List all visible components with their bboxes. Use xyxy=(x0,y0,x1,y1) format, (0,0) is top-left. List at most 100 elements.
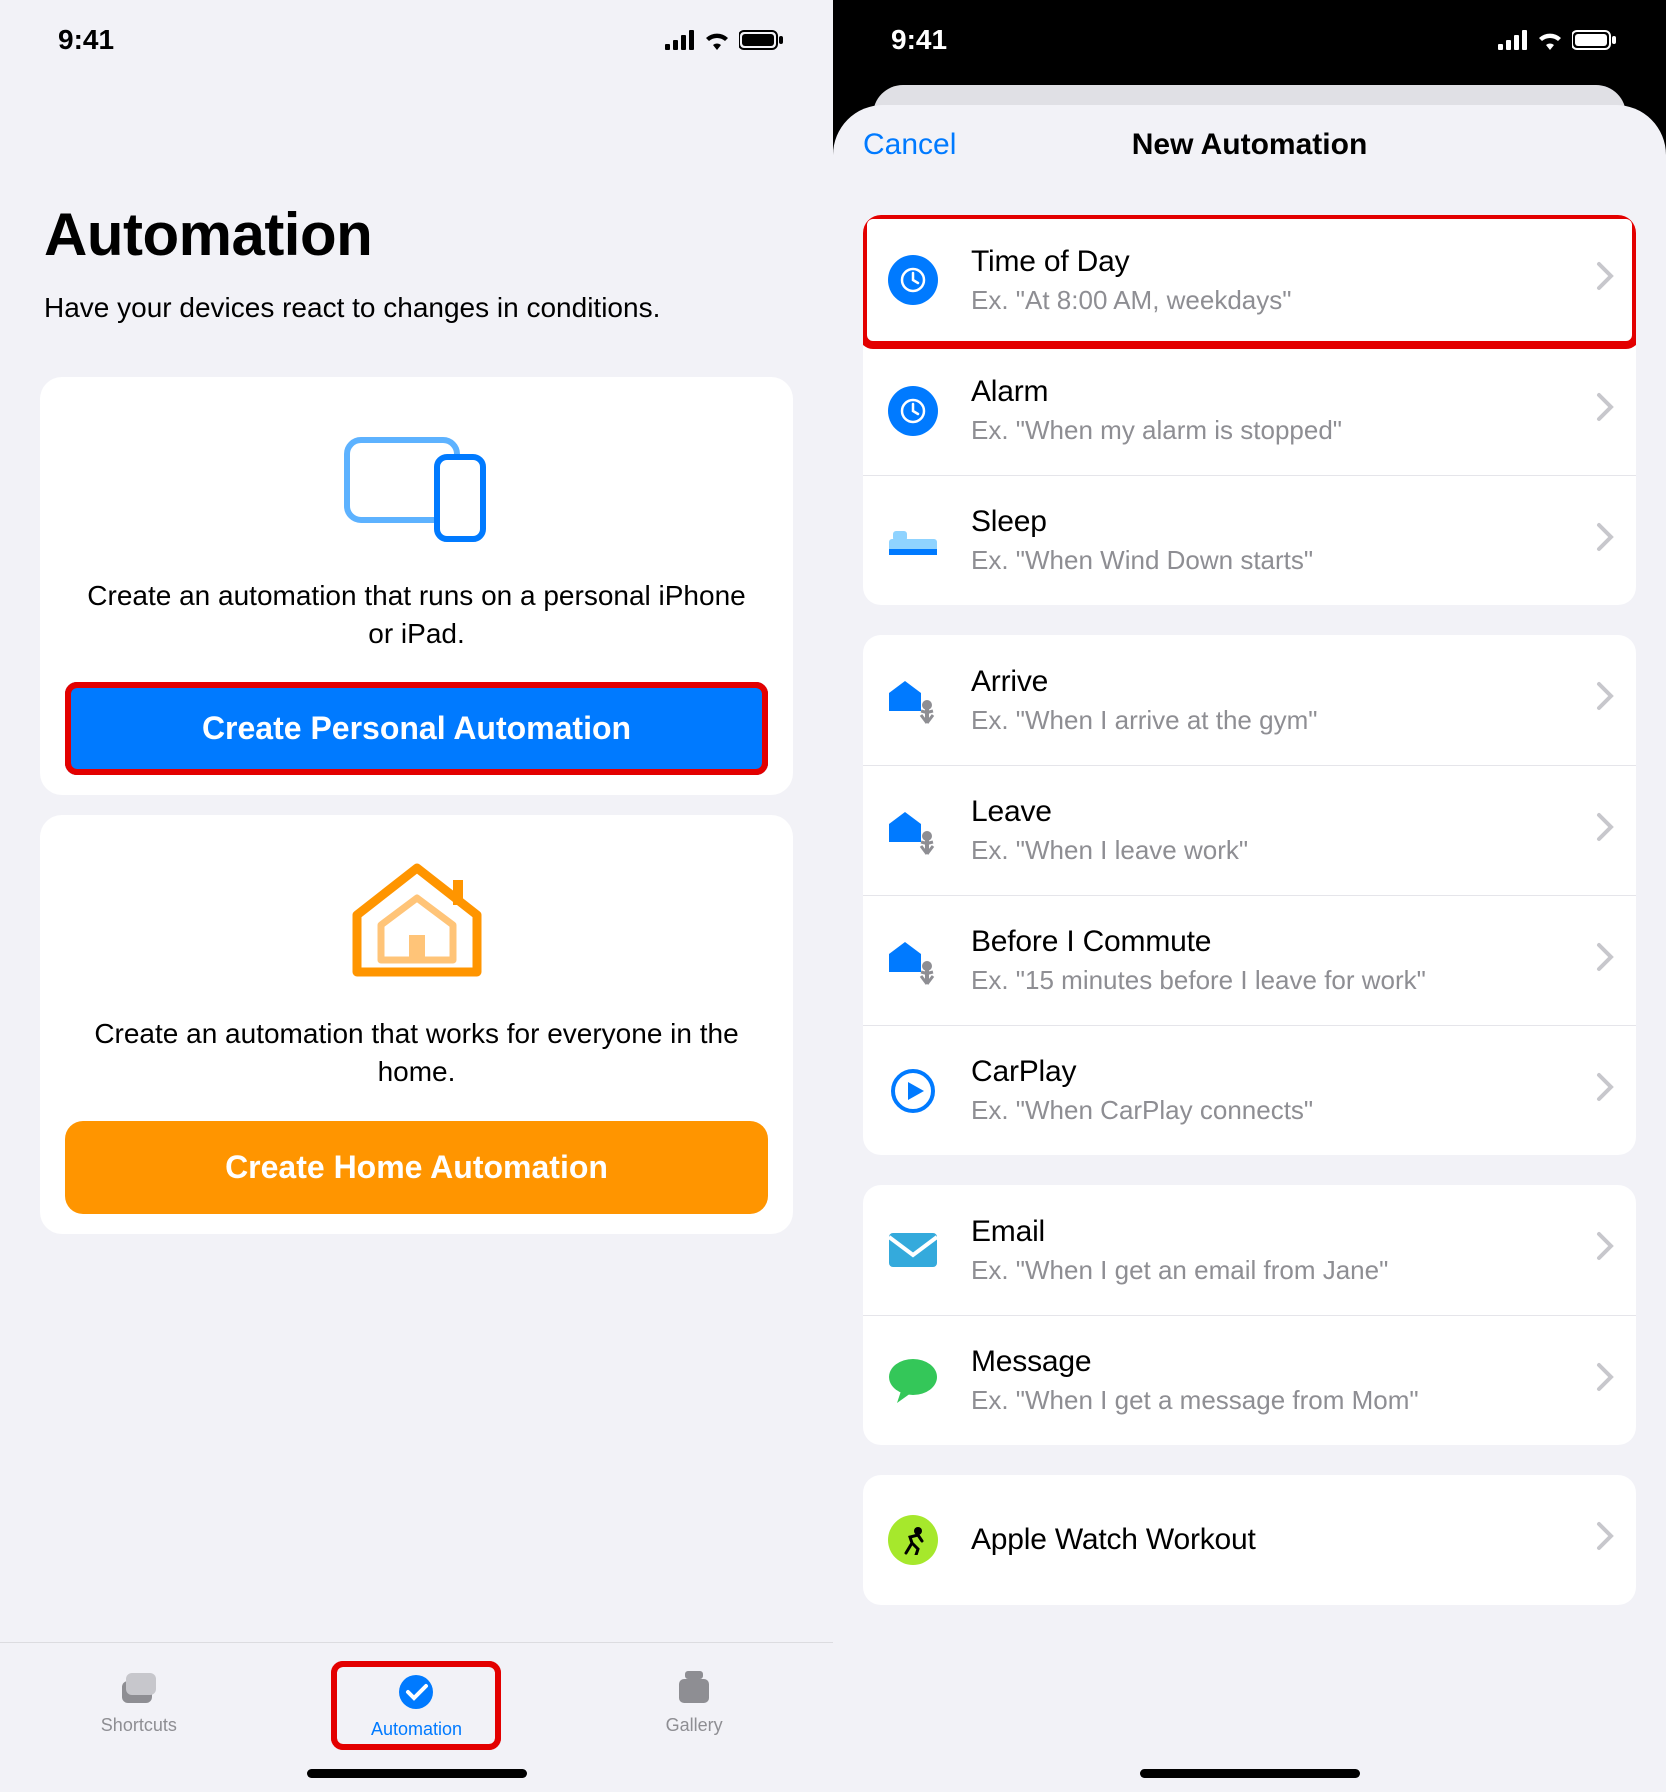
shortcuts-icon xyxy=(118,1667,160,1709)
create-personal-automation-button[interactable]: Create Personal Automation xyxy=(65,682,768,775)
commute-icon xyxy=(885,936,941,986)
home-indicator[interactable] xyxy=(307,1769,527,1778)
automation-row-arrive[interactable]: Arrive Ex. "When I arrive at the gym" xyxy=(863,635,1636,765)
chevron-right-icon xyxy=(1596,1231,1614,1269)
row-title: Time of Day xyxy=(971,245,1596,279)
row-body: Before I Commute Ex. "15 minutes before … xyxy=(971,925,1596,996)
chevron-right-icon xyxy=(1596,681,1614,719)
row-body: Apple Watch Workout xyxy=(971,1523,1596,1557)
row-subtitle: Ex. "When I arrive at the gym" xyxy=(971,705,1596,736)
automation-group: Arrive Ex. "When I arrive at the gym" Le… xyxy=(863,635,1636,1155)
chevron-right-icon xyxy=(1596,942,1614,980)
arrive-icon xyxy=(885,675,941,725)
row-subtitle: Ex. "When Wind Down starts" xyxy=(971,545,1596,576)
row-body: Time of Day Ex. "At 8:00 AM, weekdays" xyxy=(971,245,1596,316)
chevron-right-icon xyxy=(1596,261,1614,299)
automation-row-time-of-day[interactable]: Time of Day Ex. "At 8:00 AM, weekdays" xyxy=(863,215,1636,345)
automation-groups: Time of Day Ex. "At 8:00 AM, weekdays" A… xyxy=(833,215,1666,1605)
automation-row-sleep[interactable]: Sleep Ex. "When Wind Down starts" xyxy=(863,475,1636,605)
automation-row-apple-watch-workout[interactable]: Apple Watch Workout xyxy=(863,1475,1636,1605)
automation-group: Apple Watch Workout xyxy=(863,1475,1636,1605)
row-title: Email xyxy=(971,1215,1596,1249)
page-title: Automation xyxy=(0,70,833,279)
message-icon xyxy=(885,1357,941,1405)
status-indicators xyxy=(665,30,783,50)
wifi-icon xyxy=(703,30,731,50)
row-title: Leave xyxy=(971,795,1596,829)
carplay-icon xyxy=(885,1066,941,1116)
chevron-right-icon xyxy=(1596,1362,1614,1400)
modal-sheet: Cancel New Automation Time of Day Ex. "A… xyxy=(833,105,1666,1792)
sheet-title: New Automation xyxy=(833,128,1666,162)
home-illustration xyxy=(60,855,773,985)
row-body: Email Ex. "When I get an email from Jane… xyxy=(971,1215,1596,1286)
home-desc: Create an automation that works for ever… xyxy=(80,1015,753,1091)
row-subtitle: Ex. "15 minutes before I leave for work" xyxy=(971,965,1596,996)
tab-shortcuts[interactable]: Shortcuts xyxy=(54,1661,224,1742)
phone-right: 9:41 Cancel New Automation Time of Day E… xyxy=(833,0,1666,1792)
alarm-icon xyxy=(885,386,941,436)
row-subtitle: Ex. "When I leave work" xyxy=(971,835,1596,866)
battery-icon xyxy=(1572,30,1616,50)
row-subtitle: Ex. "When I get an email from Jane" xyxy=(971,1255,1596,1286)
cancel-button[interactable]: Cancel xyxy=(833,128,956,162)
bed-icon xyxy=(885,521,941,561)
tab-automation[interactable]: Automation xyxy=(331,1661,501,1750)
status-time: 9:41 xyxy=(58,24,114,56)
row-body: CarPlay Ex. "When CarPlay connects" xyxy=(971,1055,1596,1126)
tab-gallery-label: Gallery xyxy=(666,1715,723,1736)
row-title: CarPlay xyxy=(971,1055,1596,1089)
personal-desc: Create an automation that runs on a pers… xyxy=(80,577,753,653)
cellular-icon xyxy=(665,30,695,50)
chevron-right-icon xyxy=(1596,522,1614,560)
page-subtitle: Have your devices react to changes in co… xyxy=(0,279,833,357)
row-title: Sleep xyxy=(971,505,1596,539)
automation-group: Time of Day Ex. "At 8:00 AM, weekdays" A… xyxy=(863,215,1636,605)
row-title: Alarm xyxy=(971,375,1596,409)
clock-icon xyxy=(885,255,941,305)
automation-row-message[interactable]: Message Ex. "When I get a message from M… xyxy=(863,1315,1636,1445)
tab-shortcuts-label: Shortcuts xyxy=(101,1715,177,1736)
row-subtitle: Ex. "At 8:00 AM, weekdays" xyxy=(971,285,1596,316)
row-body: Sleep Ex. "When Wind Down starts" xyxy=(971,505,1596,576)
chevron-right-icon xyxy=(1596,1521,1614,1559)
tab-automation-label: Automation xyxy=(371,1719,462,1740)
automation-row-leave[interactable]: Leave Ex. "When I leave work" xyxy=(863,765,1636,895)
status-indicators xyxy=(1498,30,1616,50)
devices-illustration xyxy=(60,417,773,547)
row-title: Apple Watch Workout xyxy=(971,1523,1596,1557)
status-bar: 9:41 xyxy=(833,0,1666,70)
row-body: Leave Ex. "When I leave work" xyxy=(971,795,1596,866)
row-subtitle: Ex. "When CarPlay connects" xyxy=(971,1095,1596,1126)
create-home-automation-button[interactable]: Create Home Automation xyxy=(65,1121,768,1214)
status-bar: 9:41 xyxy=(0,0,833,70)
chevron-right-icon xyxy=(1596,392,1614,430)
phone-left: 9:41 Automation Have your devices react … xyxy=(0,0,833,1792)
home-indicator[interactable] xyxy=(1140,1769,1360,1778)
cellular-icon xyxy=(1498,30,1528,50)
row-body: Message Ex. "When I get a message from M… xyxy=(971,1345,1596,1416)
chevron-right-icon xyxy=(1596,1072,1614,1110)
sheet-header: Cancel New Automation xyxy=(833,105,1666,185)
automation-row-email[interactable]: Email Ex. "When I get an email from Jane… xyxy=(863,1185,1636,1315)
gallery-icon xyxy=(673,1667,715,1709)
automation-group: Email Ex. "When I get an email from Jane… xyxy=(863,1185,1636,1445)
row-subtitle: Ex. "When I get a message from Mom" xyxy=(971,1385,1596,1416)
automation-icon xyxy=(395,1671,437,1713)
workout-icon xyxy=(885,1515,941,1565)
tab-gallery[interactable]: Gallery xyxy=(609,1661,779,1742)
automation-row-carplay[interactable]: CarPlay Ex. "When CarPlay connects" xyxy=(863,1025,1636,1155)
leave-icon xyxy=(885,806,941,856)
personal-automation-card: Create an automation that runs on a pers… xyxy=(40,377,793,796)
home-automation-card: Create an automation that works for ever… xyxy=(40,815,793,1234)
wifi-icon xyxy=(1536,30,1564,50)
automation-row-alarm[interactable]: Alarm Ex. "When my alarm is stopped" xyxy=(863,345,1636,475)
email-icon xyxy=(885,1231,941,1269)
status-time: 9:41 xyxy=(891,24,947,56)
row-title: Before I Commute xyxy=(971,925,1596,959)
row-body: Alarm Ex. "When my alarm is stopped" xyxy=(971,375,1596,446)
chevron-right-icon xyxy=(1596,812,1614,850)
row-body: Arrive Ex. "When I arrive at the gym" xyxy=(971,665,1596,736)
automation-row-before-i-commute[interactable]: Before I Commute Ex. "15 minutes before … xyxy=(863,895,1636,1025)
battery-icon xyxy=(739,30,783,50)
